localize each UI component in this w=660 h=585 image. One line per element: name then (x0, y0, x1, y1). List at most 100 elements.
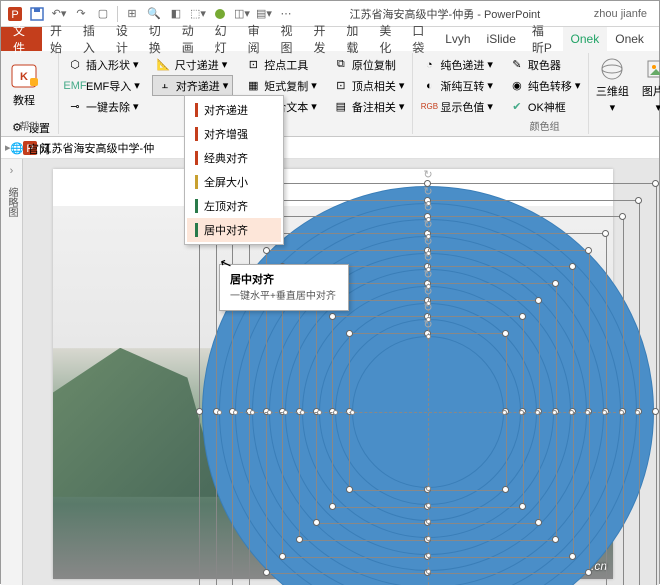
tab-design[interactable]: 设计 (108, 27, 141, 51)
rotate-handle[interactable]: ↻ (422, 201, 434, 215)
resize-handle[interactable] (569, 263, 576, 270)
resize-handle[interactable] (279, 553, 286, 560)
resize-handle[interactable] (535, 297, 542, 304)
qat-icon[interactable]: ▤▾ (254, 4, 274, 24)
resize-handle[interactable] (619, 213, 626, 220)
resize-handle[interactable] (313, 519, 320, 526)
website-button[interactable]: 🌐官网 (5, 138, 54, 159)
3d-group-button[interactable]: 三维组▾ (593, 54, 631, 116)
tab-transition[interactable]: 切换 (141, 27, 174, 51)
handle-tool-button[interactable]: ⊡控点工具 (241, 54, 321, 75)
menu-align-step[interactable]: 对齐递进 (187, 98, 281, 122)
tab-dev[interactable]: 开发 (305, 27, 338, 51)
save-icon[interactable] (27, 4, 47, 24)
resize-handle[interactable] (263, 247, 270, 254)
gradient-button[interactable]: ◐渐纯互转 ▾ (417, 75, 497, 96)
tab-pocket[interactable]: 口袋 (404, 27, 437, 51)
slide-canvas[interactable]: ↻↻↻↻↻↻↻↻↻↻ www.cfan.com.cn (23, 159, 659, 585)
solid-step-button[interactable]: ◔纯色递进 ▾ (417, 54, 497, 75)
grid-icon: ▦ (245, 78, 261, 94)
show-color-button[interactable]: RGB显示色值 ▾ (417, 96, 497, 117)
tab-foxit[interactable]: 福昕P (524, 27, 563, 51)
resize-handle[interactable] (652, 180, 659, 187)
rotate-handle[interactable]: ↻ (422, 235, 434, 249)
tab-insert[interactable]: 插入 (75, 27, 108, 51)
tutorial-button[interactable]: K教程 (5, 54, 43, 116)
inplace-copy2-button[interactable]: ⧉原位复制 (329, 54, 409, 75)
menu-align-enhance[interactable]: 对齐增强 (187, 122, 281, 146)
color-transfer-button[interactable]: ◉纯色转移 ▾ (505, 75, 585, 96)
resize-handle[interactable] (602, 230, 609, 237)
tab-view[interactable]: 视图 (273, 27, 306, 51)
tab-islide[interactable]: iSlide (479, 27, 524, 51)
resize-handle[interactable] (502, 330, 509, 337)
qat-icon[interactable]: ⊞ (122, 4, 142, 24)
rotate-handle[interactable]: ↻ (422, 268, 434, 282)
tab-addin[interactable]: 加载 (338, 27, 371, 51)
resize-handle[interactable] (329, 313, 336, 320)
vertex-button[interactable]: ⊡顶点相关 ▾ (329, 75, 409, 96)
anchor-dot (619, 410, 624, 415)
matrix-copy-button[interactable]: ▦矩式复制 ▾ (241, 75, 321, 96)
qat-icon[interactable]: ⬚▾ (188, 4, 208, 24)
rotate-handle[interactable]: ↻ (422, 318, 434, 332)
menu-classic-align[interactable]: 经典对齐 (187, 146, 281, 170)
resize-handle[interactable] (552, 536, 559, 543)
image-group-button[interactable]: 图片组▾ (639, 54, 660, 116)
resize-handle[interactable] (296, 536, 303, 543)
ruler-icon: 📐 (156, 57, 172, 73)
from-start-icon[interactable]: ▢ (93, 4, 113, 24)
resize-handle[interactable] (196, 408, 203, 415)
rotate-handle[interactable]: ↻ (422, 285, 434, 299)
rotate-handle[interactable]: ↻ (422, 301, 434, 315)
insert-shape-button[interactable]: ⬡插入形状 ▾ (63, 54, 144, 75)
rotate-handle[interactable]: ↻ (422, 251, 434, 265)
tab-three[interactable]: Three (652, 27, 659, 51)
resize-handle[interactable] (585, 247, 592, 254)
menu-fullscreen[interactable]: 全屏大小 (187, 170, 281, 194)
tab-file[interactable]: 文件 (1, 27, 42, 51)
tab-review[interactable]: 审阅 (240, 27, 273, 51)
anchor-dot (426, 486, 431, 491)
notes-button[interactable]: ▤备注相关 ▾ (329, 96, 409, 117)
tab-anim[interactable]: 动画 (174, 27, 207, 51)
resize-handle[interactable] (263, 569, 270, 576)
resize-handle[interactable] (329, 503, 336, 510)
tab-home[interactable]: 开始 (42, 27, 75, 51)
qat-icon[interactable]: ◫▾ (232, 4, 252, 24)
resize-handle[interactable] (569, 553, 576, 560)
tab-onek[interactable]: Onek (563, 27, 608, 51)
menu-center-align[interactable]: 居中对齐 (187, 218, 281, 242)
ok-frame-button[interactable]: ✔OK神框 (505, 96, 585, 117)
undo-icon[interactable]: ↶▾ (49, 4, 69, 24)
rotate-handle[interactable]: ↻ (422, 185, 434, 199)
resize-handle[interactable] (346, 330, 353, 337)
align-step-button[interactable]: ⫠对齐递进 ▾ (152, 75, 234, 96)
resize-handle[interactable] (502, 486, 509, 493)
tab-lvyh[interactable]: Lvyh (437, 27, 478, 51)
redo-icon[interactable]: ↷ (71, 4, 91, 24)
qat-icon[interactable]: 🔍 (144, 4, 164, 24)
picture-icon (646, 57, 660, 81)
resize-handle[interactable] (652, 408, 659, 415)
qat-icon[interactable] (210, 4, 230, 24)
rotate-handle[interactable]: ↻ (422, 168, 434, 182)
chevron-icon[interactable]: › (10, 165, 14, 177)
remove-button[interactable]: ⊸一键去除 ▾ (63, 96, 144, 117)
resize-handle[interactable] (346, 486, 353, 493)
resize-handle[interactable] (635, 197, 642, 204)
tab-onek2[interactable]: Onek (607, 27, 652, 51)
rotate-handle[interactable]: ↻ (422, 218, 434, 232)
qat-more-icon[interactable]: ⋯ (276, 4, 296, 24)
size-step-button[interactable]: 📐尺寸递进 ▾ (152, 54, 234, 75)
resize-handle[interactable] (519, 503, 526, 510)
tab-slideshow[interactable]: 幻灯 (207, 27, 240, 51)
anchor-dot (569, 410, 574, 415)
qat-icon[interactable]: ◧ (166, 4, 186, 24)
menu-topleft-align[interactable]: 左顶对齐 (187, 194, 281, 218)
resize-handle[interactable] (519, 313, 526, 320)
tab-beautify[interactable]: 美化 (371, 27, 404, 51)
resize-handle[interactable] (552, 280, 559, 287)
emf-import-button[interactable]: EMFEMF导入 ▾ (63, 75, 144, 96)
eyedropper-button[interactable]: ✎取色器 (505, 54, 585, 75)
